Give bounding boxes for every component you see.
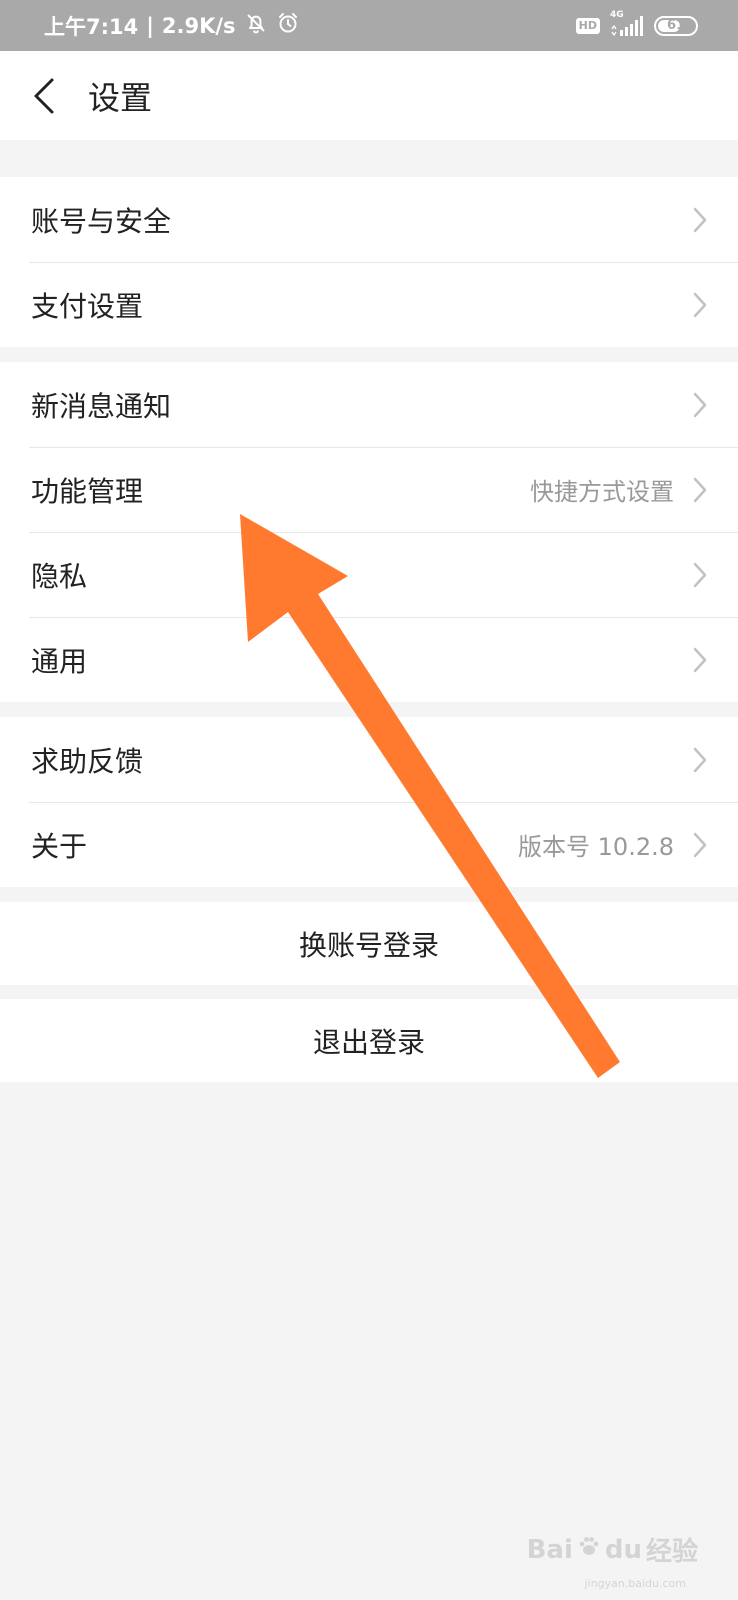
chevron-right-icon: [692, 561, 708, 589]
watermark-brand-tail: du: [604, 1534, 642, 1565]
page-title: 设置: [88, 78, 153, 117]
settings-group-account: 账号与安全 支付设置: [0, 177, 738, 347]
settings-row-help-feedback[interactable]: 求助反馈: [0, 717, 738, 802]
settings-row-account-security[interactable]: 账号与安全: [0, 177, 738, 262]
row-label: 支付设置: [31, 289, 144, 323]
chevron-right-icon: [692, 391, 708, 419]
chevron-right-icon: [692, 746, 708, 774]
settings-row-general[interactable]: 通用: [0, 617, 738, 702]
battery-icon: 61: [654, 15, 698, 36]
switch-account-button[interactable]: 换账号登录: [0, 902, 738, 985]
row-label: 通用: [31, 644, 88, 678]
watermark-product: 经验: [645, 1537, 698, 1567]
settings-group-help: 求助反馈 关于 版本号 10.2.8: [0, 717, 738, 887]
status-separator: |: [146, 13, 154, 38]
settings-row-privacy[interactable]: 隐私: [0, 532, 738, 617]
chevron-right-icon: [692, 206, 708, 234]
settings-row-feature-management[interactable]: 功能管理 快捷方式设置: [0, 447, 738, 532]
status-right: HD 4G 61: [575, 10, 698, 36]
status-network-speed: 2.9K/s: [161, 13, 236, 38]
watermark-brand: Bai: [526, 1534, 573, 1565]
chevron-right-icon: [692, 646, 708, 674]
row-label: 功能管理: [31, 474, 144, 508]
row-label: 新消息通知: [31, 389, 172, 423]
status-bar: 上午7:14 | 2.9K/s HD 4G 61: [0, 0, 738, 51]
settings-row-payment[interactable]: 支付设置: [0, 262, 738, 347]
chevron-right-icon: [692, 831, 708, 859]
bell-muted-icon: [244, 11, 268, 40]
nav-bar: 设置: [0, 51, 738, 140]
battery-level: 61: [666, 18, 686, 33]
row-label: 求助反馈: [31, 744, 144, 778]
row-value: 快捷方式设置: [530, 478, 674, 506]
logout-button[interactable]: 退出登录: [0, 999, 738, 1082]
row-label: 隐私: [31, 559, 88, 593]
status-left: 上午7:14 | 2.9K/s: [44, 11, 300, 41]
settings-row-notifications[interactable]: 新消息通知: [0, 362, 738, 447]
status-time: 上午7:14: [44, 14, 139, 39]
row-value: 版本号 10.2.8: [518, 833, 674, 861]
network-type-label: 4G: [610, 9, 624, 20]
paw-icon: [577, 1534, 601, 1565]
back-button[interactable]: [4, 51, 84, 140]
chevron-right-icon: [692, 476, 708, 504]
settings-row-about[interactable]: 关于 版本号 10.2.8: [0, 802, 738, 887]
row-label: 关于: [31, 829, 88, 863]
baidu-jingyan-watermark: Bai du 经验: [527, 1531, 698, 1568]
row-label: 账号与安全: [31, 204, 172, 238]
alarm-icon: [276, 11, 300, 40]
chevron-right-icon: [692, 291, 708, 319]
settings-group-general: 新消息通知 功能管理 快捷方式设置 隐私 通用: [0, 362, 738, 702]
chevron-left-icon: [34, 78, 54, 113]
hd-badge: HD: [575, 17, 600, 34]
signal-icon: 4G: [610, 10, 644, 36]
watermark-url: jingyan.baidu.com: [584, 1577, 686, 1590]
